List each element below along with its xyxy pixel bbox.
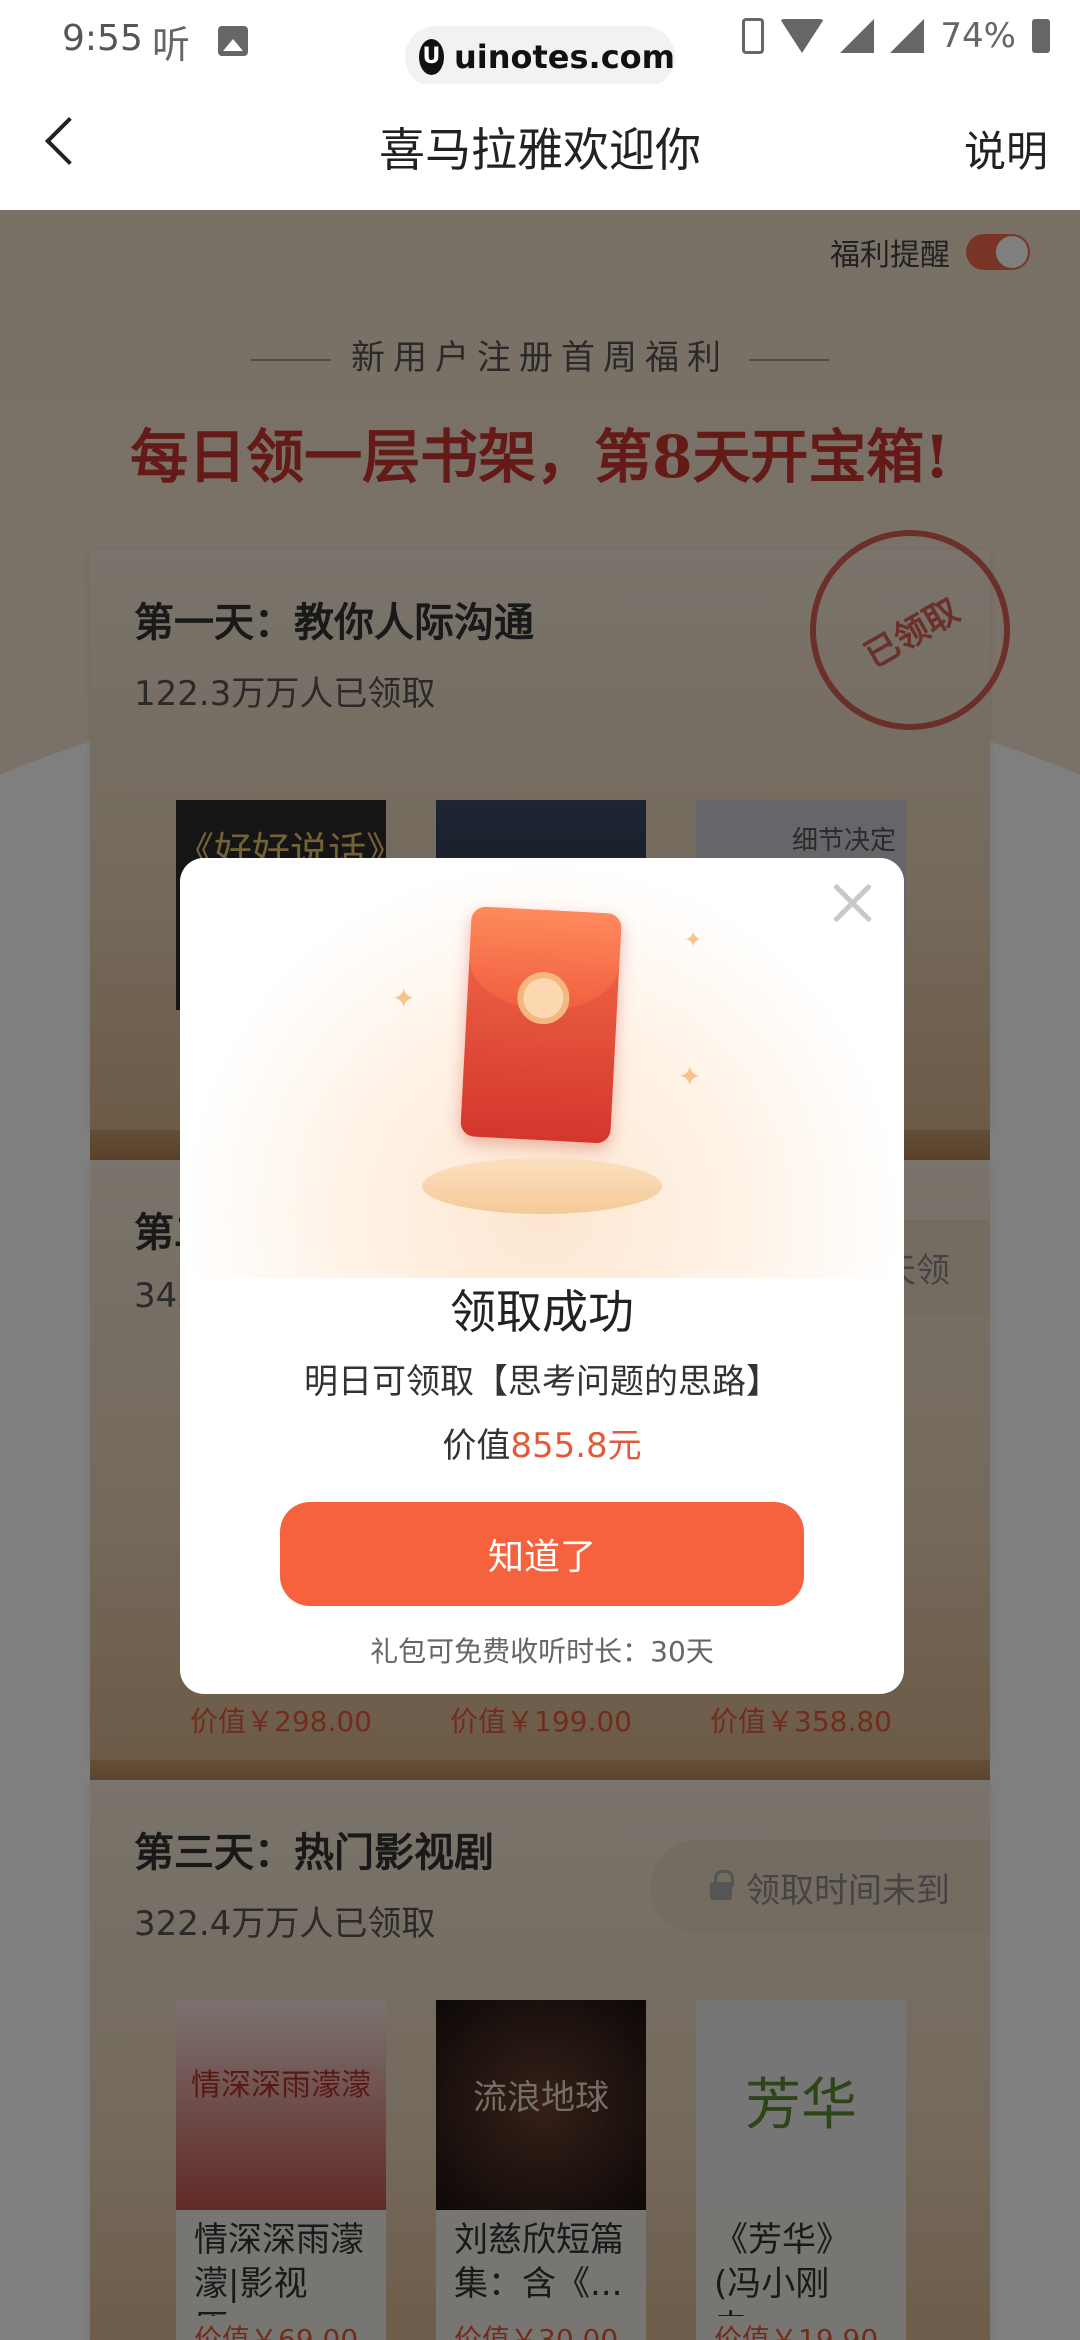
success-modal: ✦ ✦ ✦ 领取成功 明日可领取【思考问题的思路】 价值855.8元 知道了 礼… xyxy=(180,858,904,1694)
value-amount: 855.8元 xyxy=(510,1426,642,1466)
sparkle-icon: ✦ xyxy=(684,928,703,953)
help-link[interactable]: 说明 xyxy=(964,118,1048,179)
sparkle-icon: ✦ xyxy=(392,982,416,1015)
modal-note: 礼包可免费收听时长：30天 xyxy=(370,1635,714,1668)
battery-icon xyxy=(1032,19,1050,53)
wifi-icon xyxy=(780,19,825,53)
status-icons: 74% xyxy=(742,16,1050,56)
page-title: 喜马拉雅欢迎你 xyxy=(379,123,701,177)
vibrate-icon xyxy=(742,18,765,54)
signal-icon xyxy=(840,19,875,53)
podium xyxy=(422,1158,662,1214)
red-envelope-icon xyxy=(460,906,622,1144)
app-notification-icon: 听 xyxy=(152,23,191,67)
status-bar: 9:55 听 U uinotes.com 74% xyxy=(0,0,1080,88)
image-notification-icon xyxy=(218,26,248,56)
uinotes-logo-icon: U xyxy=(419,39,444,75)
modal-next-claim: 明日可领取【思考问题的思路】 xyxy=(304,1362,780,1402)
nav-bar: 喜马拉雅欢迎你 说明 xyxy=(0,84,1080,210)
signal-icon-2 xyxy=(890,19,925,53)
url-pill: U uinotes.com xyxy=(405,26,675,88)
got-it-button[interactable]: 知道了 xyxy=(280,1502,804,1606)
value-prefix: 价值 xyxy=(442,1426,511,1466)
modal-value: 价值855.8元 xyxy=(180,1418,904,1467)
close-icon[interactable] xyxy=(828,878,878,928)
status-time: 9:55 xyxy=(62,18,143,59)
url-text: uinotes.com xyxy=(453,38,675,76)
sparkle-icon: ✦ xyxy=(678,1060,702,1093)
battery-percent: 74% xyxy=(940,16,1016,56)
modal-title: 领取成功 xyxy=(450,1285,634,1339)
